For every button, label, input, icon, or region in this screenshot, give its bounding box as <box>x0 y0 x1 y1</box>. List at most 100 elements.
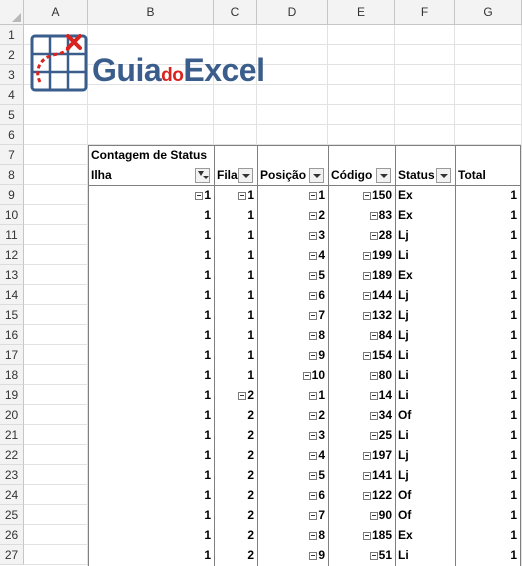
row-header-11[interactable]: 11 <box>0 225 24 245</box>
filter-dropdown-posicao[interactable] <box>309 168 324 183</box>
collapse-toggle-icon[interactable] <box>369 391 378 400</box>
row-header-15[interactable]: 15 <box>0 305 24 325</box>
pivot-value: Li <box>398 548 409 562</box>
collapse-toggle-icon[interactable] <box>309 211 318 220</box>
collapse-toggle-icon[interactable] <box>369 551 378 560</box>
select-all-button[interactable] <box>0 0 24 25</box>
pivot-value: 2 <box>247 448 254 462</box>
filter-dropdown-codigo[interactable] <box>376 168 391 183</box>
collapse-toggle-icon[interactable] <box>369 331 378 340</box>
collapse-toggle-icon[interactable] <box>309 311 318 320</box>
row-header-12[interactable]: 12 <box>0 245 24 265</box>
row-header-21[interactable]: 21 <box>0 425 24 445</box>
pivot-cell-posicao: 4 <box>257 445 328 465</box>
collapse-toggle-icon[interactable] <box>362 311 371 320</box>
row-header-13[interactable]: 13 <box>0 265 24 285</box>
pivot-cell-codigo: 28 <box>328 225 395 245</box>
collapse-toggle-icon[interactable] <box>309 431 318 440</box>
pivot-value: 1 <box>247 268 254 282</box>
pivot-value: 25 <box>378 428 392 442</box>
row-header-7[interactable]: 7 <box>0 145 24 165</box>
collapse-toggle-icon[interactable] <box>302 371 311 380</box>
collapse-toggle-icon[interactable] <box>309 511 318 520</box>
collapse-toggle-icon[interactable] <box>362 451 371 460</box>
column-header-c[interactable]: C <box>214 0 257 25</box>
collapse-toggle-icon[interactable] <box>362 271 371 280</box>
collapse-toggle-icon[interactable] <box>362 351 371 360</box>
column-header-a[interactable]: A <box>24 0 88 25</box>
collapse-toggle-icon[interactable] <box>309 451 318 460</box>
collapse-toggle-icon[interactable] <box>309 531 318 540</box>
pivot-cell-total: 1 <box>455 325 520 345</box>
row-header-19[interactable]: 19 <box>0 385 24 405</box>
pivot-value: 1 <box>510 188 517 202</box>
pivot-value: 1 <box>510 248 517 262</box>
row-header-20[interactable]: 20 <box>0 405 24 425</box>
pivot-cell-posicao: 3 <box>257 225 328 245</box>
pivot-cell-codigo: 141 <box>328 465 395 485</box>
collapse-toggle-icon[interactable] <box>369 211 378 220</box>
row-header-25[interactable]: 25 <box>0 505 24 525</box>
pivot-cell-posicao: 7 <box>257 305 328 325</box>
column-header-f[interactable]: F <box>395 0 455 25</box>
collapse-toggle-icon[interactable] <box>309 251 318 260</box>
collapse-toggle-icon[interactable] <box>362 251 371 260</box>
collapse-toggle-icon[interactable] <box>369 431 378 440</box>
column-header-g[interactable]: G <box>455 0 522 25</box>
collapse-toggle-icon[interactable] <box>362 471 371 480</box>
row-header-9[interactable]: 9 <box>0 185 24 205</box>
filter-dropdown-fila[interactable] <box>238 168 253 183</box>
row-header-27[interactable]: 27 <box>0 545 24 565</box>
collapse-toggle-icon[interactable] <box>195 191 204 200</box>
filter-dropdown-status[interactable] <box>436 168 451 183</box>
pivot-cell-ilha: 1 <box>88 185 214 205</box>
pivot-value: 1 <box>510 468 517 482</box>
collapse-toggle-icon[interactable] <box>369 231 378 240</box>
collapse-toggle-icon[interactable] <box>309 351 318 360</box>
collapse-toggle-icon[interactable] <box>362 531 371 540</box>
collapse-toggle-icon[interactable] <box>309 491 318 500</box>
pivot-value: 2 <box>318 208 325 222</box>
row-header-16[interactable]: 16 <box>0 325 24 345</box>
row-header-3[interactable]: 3 <box>0 65 24 85</box>
row-header-22[interactable]: 22 <box>0 445 24 465</box>
row-header-10[interactable]: 10 <box>0 205 24 225</box>
column-header-b[interactable]: B <box>88 0 214 25</box>
row-header-2[interactable]: 2 <box>0 45 24 65</box>
collapse-toggle-icon[interactable] <box>309 391 318 400</box>
row-header-6[interactable]: 6 <box>0 125 24 145</box>
collapse-toggle-icon[interactable] <box>369 511 378 520</box>
collapse-toggle-icon[interactable] <box>309 291 318 300</box>
collapse-toggle-icon[interactable] <box>309 271 318 280</box>
row-header-14[interactable]: 14 <box>0 285 24 305</box>
pivot-value: 5 <box>318 468 325 482</box>
collapse-toggle-icon[interactable] <box>238 391 247 400</box>
pivot-cell-fila: 1 <box>214 205 257 225</box>
collapse-toggle-icon[interactable] <box>362 291 371 300</box>
collapse-toggle-icon[interactable] <box>309 231 318 240</box>
collapse-toggle-icon[interactable] <box>362 191 371 200</box>
collapse-toggle-icon[interactable] <box>309 551 318 560</box>
collapse-toggle-icon[interactable] <box>238 191 247 200</box>
collapse-toggle-icon[interactable] <box>369 411 378 420</box>
collapse-toggle-icon[interactable] <box>369 371 378 380</box>
row-header-17[interactable]: 17 <box>0 345 24 365</box>
pivot-value: 1 <box>510 228 517 242</box>
collapse-toggle-icon[interactable] <box>309 331 318 340</box>
row-header-5[interactable]: 5 <box>0 105 24 125</box>
row-header-4[interactable]: 4 <box>0 85 24 105</box>
collapse-toggle-icon[interactable] <box>309 411 318 420</box>
filter-dropdown-ilha[interactable] <box>195 168 210 183</box>
row-header-26[interactable]: 26 <box>0 525 24 545</box>
column-header-e[interactable]: E <box>328 0 395 25</box>
row-header-1[interactable]: 1 <box>0 25 24 45</box>
row-header-23[interactable]: 23 <box>0 465 24 485</box>
pivot-value: 1 <box>247 328 254 342</box>
column-header-d[interactable]: D <box>257 0 328 25</box>
row-header-18[interactable]: 18 <box>0 365 24 385</box>
collapse-toggle-icon[interactable] <box>362 491 371 500</box>
collapse-toggle-icon[interactable] <box>309 191 318 200</box>
collapse-toggle-icon[interactable] <box>309 471 318 480</box>
row-header-8[interactable]: 8 <box>0 165 24 185</box>
row-header-24[interactable]: 24 <box>0 485 24 505</box>
